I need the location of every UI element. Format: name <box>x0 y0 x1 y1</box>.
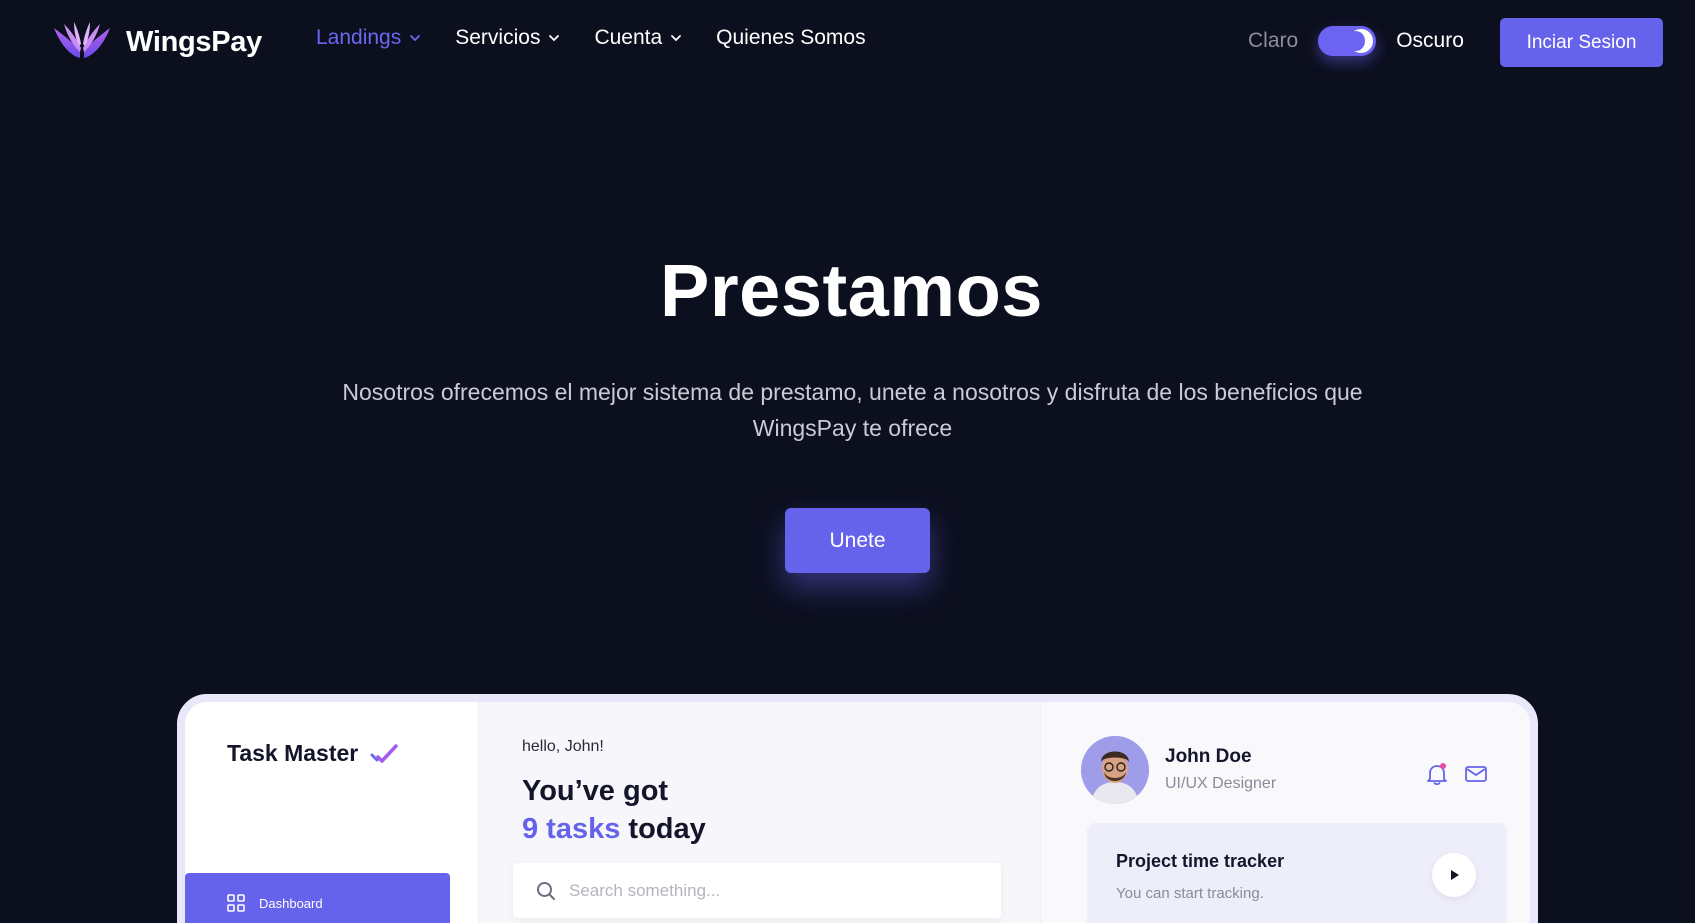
preview-main: hello, John! You’ve got 9 tasks today <box>478 702 1040 923</box>
checkmark-icon <box>370 743 399 763</box>
preview-sidebar: Task Master Dashboard <box>185 702 478 923</box>
brand[interactable]: WingsPay <box>52 20 262 64</box>
navbar: WingsPay Landings Servicios Cuenta Quien… <box>0 0 1695 86</box>
main-menu: Landings Servicios Cuenta Quienes Somos <box>316 26 900 50</box>
login-button[interactable]: Inciar Sesion <box>1500 18 1663 67</box>
tracker-subtitle: You can start tracking. <box>1116 885 1264 902</box>
nav-item-cuenta[interactable]: Cuenta <box>594 26 682 50</box>
moon-icon <box>1347 29 1374 53</box>
user-avatar-image <box>1081 736 1149 804</box>
theme-dark-label[interactable]: Oscuro <box>1396 29 1464 53</box>
search-input[interactable] <box>569 880 969 901</box>
nav-item-landings[interactable]: Landings <box>316 26 421 50</box>
search-box[interactable] <box>513 863 1001 918</box>
search-icon <box>537 881 555 900</box>
bell-icon[interactable] <box>1426 762 1448 786</box>
chevron-down-icon <box>549 35 560 42</box>
time-tracker-card: Project time tracker You can start track… <box>1087 823 1507 923</box>
brand-name: WingsPay <box>126 25 262 58</box>
avatar[interactable] <box>1081 736 1149 804</box>
wings-logo-icon <box>54 22 110 58</box>
nav-item-label: Servicios <box>455 26 541 49</box>
tracker-title: Project time tracker <box>1116 851 1285 871</box>
mail-icon[interactable] <box>1464 764 1488 784</box>
nav-item-label: Cuenta <box>594 26 663 49</box>
nav-item-label: Landings <box>316 26 402 49</box>
user-name: John Doe <box>1165 746 1252 767</box>
play-icon <box>1451 870 1459 880</box>
sidebar-item-dashboard[interactable]: Dashboard <box>185 873 450 923</box>
grid-icon <box>227 894 245 912</box>
nav-item-servicios[interactable]: Servicios <box>455 26 560 50</box>
app-title: Task Master <box>227 740 399 767</box>
preview-profile-panel: John Doe UI/UX Designer Project time tra… <box>1040 702 1530 923</box>
nav-item-label: Quienes Somos <box>716 26 866 49</box>
tasks-heading: You’ve got 9 tasks today <box>522 772 706 848</box>
dashboard-preview: Task Master Dashboard hello, John! You’v… <box>177 694 1538 923</box>
nav-item-quienes-somos[interactable]: Quienes Somos <box>716 26 865 50</box>
play-button[interactable] <box>1432 853 1476 897</box>
theme-light-label[interactable]: Claro <box>1248 29 1298 53</box>
hero-subtitle: Nosotros ofrecemos el mejor sistema de p… <box>342 379 1363 441</box>
app-title-text: Task Master <box>227 740 359 766</box>
tasks-suffix: today <box>628 813 706 845</box>
chevron-down-icon <box>671 35 682 42</box>
tasks-count: 9 tasks <box>522 813 621 845</box>
theme-toggle[interactable] <box>1318 26 1377 56</box>
greeting: hello, John! <box>522 738 604 755</box>
user-role: UI/UX Designer <box>1165 775 1277 792</box>
tasks-prefix: You’ve got <box>522 775 669 807</box>
hero-title: Prestamos <box>660 249 1043 332</box>
theme-switcher: Claro Oscuro <box>1248 26 1464 56</box>
join-button[interactable]: Unete <box>785 508 930 573</box>
chevron-down-icon <box>410 35 421 42</box>
sidebar-item-label: Dashboard <box>259 895 323 911</box>
